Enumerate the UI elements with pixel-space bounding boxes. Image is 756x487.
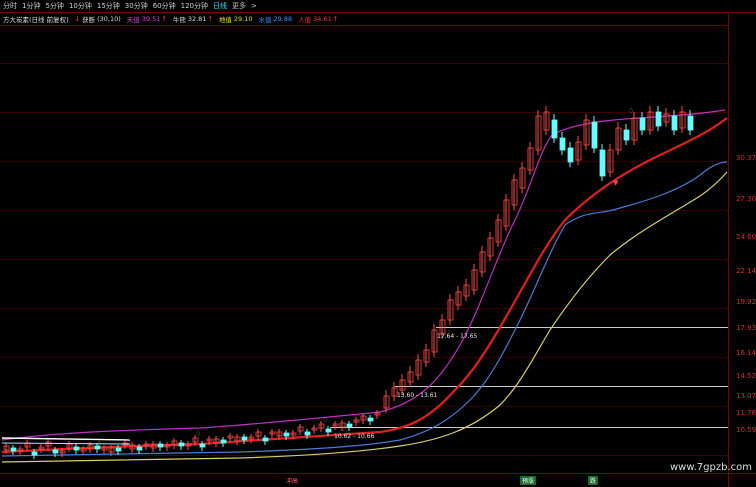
- candle-body: [567, 147, 574, 163]
- candle-body: [591, 121, 598, 149]
- signal-marker-icon: ♢: [322, 416, 328, 424]
- candle-body: [241, 436, 248, 441]
- y-tick-label: 22.14: [736, 267, 756, 275]
- candle-body: [178, 442, 185, 447]
- candle-body: [367, 417, 374, 422]
- level-annotation-3: 10.62 - 10.66: [334, 433, 375, 440]
- y-tick-label: 24.60: [736, 233, 756, 241]
- candle-body: [687, 115, 694, 131]
- candle-body: [157, 443, 164, 448]
- candle-body: [136, 446, 143, 451]
- candle-body: [199, 443, 206, 448]
- candle-body: [325, 428, 332, 433]
- candle-body: [220, 439, 227, 444]
- bottom-tag-1: 冲高: [286, 478, 299, 485]
- candle-body: [283, 432, 290, 437]
- ma-red-line: [1, 117, 728, 454]
- y-tick-label: 17.93: [736, 324, 756, 332]
- y-tick-label: 27.30: [736, 195, 756, 203]
- candle-body: [655, 111, 662, 127]
- y-tick-label: 16.14: [736, 349, 756, 357]
- candle-body: [623, 129, 630, 141]
- y-tick-label: 14.52: [736, 372, 756, 380]
- candle-body: [31, 451, 38, 456]
- watermark: www.7gpzb.com: [670, 462, 752, 473]
- bottom-tag-2: 预涨: [520, 476, 537, 485]
- signal-marker-icon: ♢: [96, 440, 102, 448]
- candle-body: [639, 117, 646, 131]
- kline-chart[interactable]: 30.37 27.30 24.60 22.14 19.92 17.93 16.1…: [0, 0, 756, 487]
- ma-yellow-line: [1, 171, 728, 463]
- y-tick-label: 30.37: [736, 154, 756, 162]
- candle-body: [346, 423, 353, 428]
- signal-marker-icon: ♢: [195, 430, 201, 438]
- signal-marker-icon: ♢: [628, 107, 634, 115]
- candle-body: [304, 431, 311, 436]
- y-tick-label: 11.76: [736, 409, 756, 417]
- indicator-line-white: [1, 437, 131, 441]
- candle-body: [262, 437, 269, 442]
- candle-body: [52, 449, 59, 454]
- ma-magenta-line: [1, 109, 726, 441]
- candle-body: [599, 149, 606, 177]
- y-tick-label: 13.07: [736, 392, 756, 400]
- level-annotation-1: 17.64 - 17.65: [437, 333, 478, 340]
- candle-body: [551, 119, 558, 139]
- bottom-tag-3: 跌: [588, 476, 599, 485]
- candle-body: [10, 447, 17, 452]
- candle-body: [671, 115, 678, 131]
- candle-body: [73, 446, 80, 451]
- y-tick-label: 10.59: [736, 426, 756, 434]
- arrow-down-icon: ▼: [613, 179, 619, 187]
- level-annotation-2: 13.60 - 13.61: [397, 392, 438, 399]
- y-tick-label: 19.92: [736, 298, 756, 306]
- grid-lines: [0, 63, 728, 456]
- indicator-line-cyan: [1, 442, 131, 445]
- candle-body: [115, 447, 122, 452]
- y-axis-labels: 30.37 27.30 24.60 22.14 19.92 17.93 16.1…: [736, 154, 756, 434]
- candle-body: [559, 137, 566, 151]
